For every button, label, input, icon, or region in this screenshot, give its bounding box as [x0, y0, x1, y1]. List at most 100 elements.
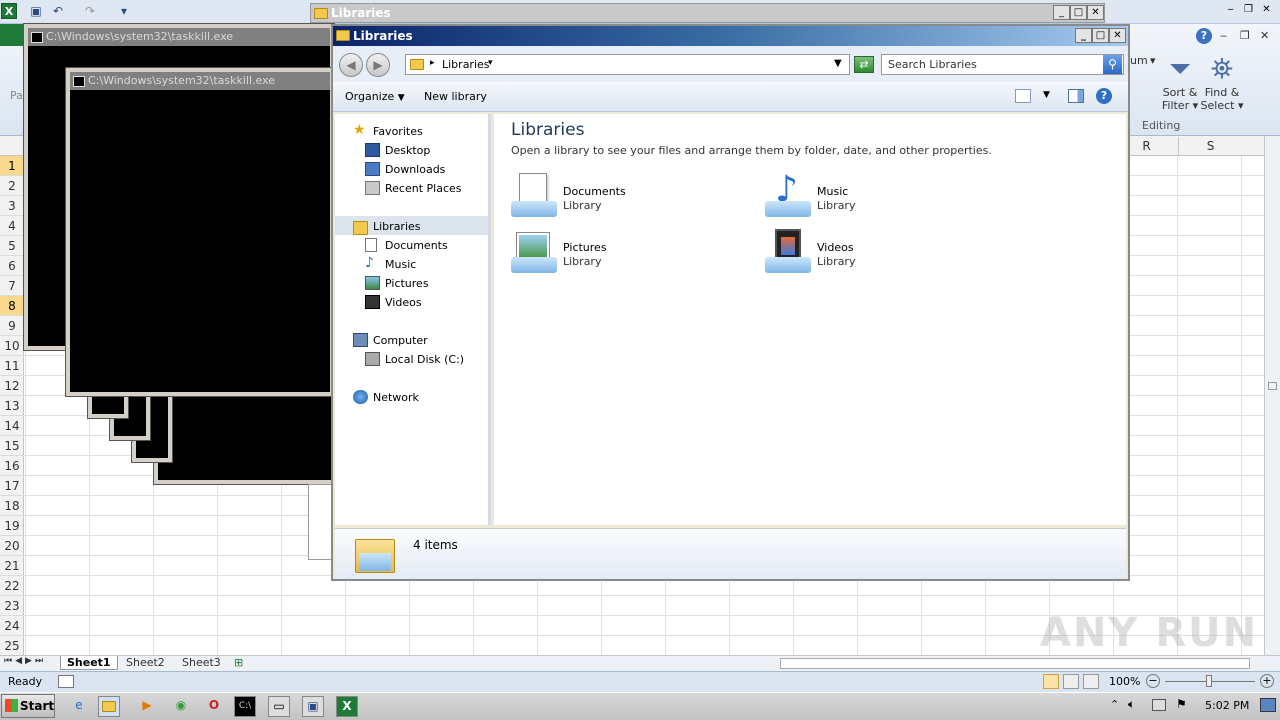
excel-close-button[interactable]: ✕: [1258, 3, 1275, 18]
nav-pictures[interactable]: Pictures: [365, 274, 429, 293]
bg-minimize-button[interactable]: _: [1053, 5, 1070, 20]
row-header[interactable]: 20: [0, 536, 24, 556]
network-tray-icon[interactable]: [1152, 699, 1166, 711]
search-input[interactable]: Search Libraries: [881, 54, 1124, 75]
zoom-out-icon[interactable]: −: [1146, 674, 1160, 688]
row-header[interactable]: 14: [0, 416, 24, 436]
bg-close-button[interactable]: ✕: [1087, 5, 1104, 20]
ribbon-restore-icon[interactable]: ❐: [1240, 29, 1250, 42]
zoom-level[interactable]: 100%: [1109, 675, 1140, 688]
row-header[interactable]: 24: [0, 616, 24, 636]
clock[interactable]: 5:02 PM: [1205, 699, 1249, 712]
row-header[interactable]: 3: [0, 196, 24, 216]
address-history-dropdown-icon[interactable]: ▼: [834, 58, 842, 69]
nav-desktop[interactable]: Desktop: [365, 141, 430, 160]
row-header[interactable]: 17: [0, 476, 24, 496]
help-icon[interactable]: ?: [1196, 28, 1212, 44]
preview-pane-icon[interactable]: [1068, 89, 1084, 103]
window-taskbar-icon[interactable]: ▭: [268, 696, 290, 717]
zoom-slider-thumb[interactable]: [1206, 675, 1212, 687]
row-header[interactable]: 6: [0, 256, 24, 276]
breadcrumb-libraries[interactable]: Libraries: [442, 58, 490, 71]
ie-taskbar-icon[interactable]: e: [68, 696, 90, 717]
start-button[interactable]: Start: [1, 694, 55, 718]
normal-view-icon[interactable]: [1043, 674, 1059, 689]
explorer-taskbar-icon[interactable]: [98, 696, 120, 717]
library-videos[interactable]: Videos Library: [765, 227, 1005, 279]
horizontal-scrollbar[interactable]: [780, 658, 1250, 669]
nav-music[interactable]: ♪ Music: [365, 255, 416, 274]
cmd-window-front[interactable]: C:\Windows\system32\taskkill.exe: [66, 68, 334, 396]
maximize-button[interactable]: □: [1092, 28, 1109, 43]
nav-local-disk[interactable]: Local Disk (C:): [365, 350, 464, 369]
row-header[interactable]: 12: [0, 376, 24, 396]
show-desktop-icon[interactable]: [1260, 698, 1276, 712]
row-header[interactable]: 23: [0, 596, 24, 616]
row-header[interactable]: 4: [0, 216, 24, 236]
row-header[interactable]: 9: [0, 316, 24, 336]
help-icon[interactable]: ?: [1096, 88, 1112, 104]
search-icon[interactable]: ⚲: [1103, 55, 1122, 74]
background-libraries-window[interactable]: Libraries _ □ ✕: [310, 3, 1105, 23]
page-layout-icon[interactable]: [1063, 674, 1079, 689]
qat-customize-icon[interactable]: ▾: [116, 3, 132, 19]
row-header[interactable]: 11: [0, 356, 24, 376]
breadcrumb-dropdown-icon[interactable]: ▾: [488, 58, 493, 68]
zoom-in-icon[interactable]: +: [1260, 674, 1274, 688]
row-header[interactable]: 13: [0, 396, 24, 416]
organize-button[interactable]: Organize ▼: [345, 90, 405, 103]
row-header[interactable]: 19: [0, 516, 24, 536]
row-header[interactable]: 2: [0, 176, 24, 196]
nav-libraries[interactable]: Libraries: [353, 217, 421, 236]
explorer-window[interactable]: Libraries _ □ ✕ ◀ ▶ ▸ Libraries ▾ ▼ ⇄ Se…: [331, 24, 1130, 581]
find-select-button[interactable]: ⛯ Find & Select ▾: [1197, 52, 1247, 114]
row-header[interactable]: 7: [0, 276, 24, 296]
row-header[interactable]: 16: [0, 456, 24, 476]
nav-downloads[interactable]: Downloads: [365, 160, 445, 179]
excel-restore-button[interactable]: ❐: [1240, 3, 1257, 18]
nav-recent-places[interactable]: Recent Places: [365, 179, 462, 198]
nav-videos[interactable]: Videos: [365, 293, 422, 312]
library-music[interactable]: ♪ Music Library: [765, 169, 1005, 223]
nav-favorites[interactable]: ★ Favorites: [353, 122, 423, 141]
ribbon-minimize-icon[interactable]: ‒: [1220, 29, 1227, 42]
sheet-tab-2[interactable]: Sheet2: [120, 656, 171, 670]
excel-minimize-button[interactable]: ‒: [1222, 3, 1239, 18]
row-header[interactable]: 18: [0, 496, 24, 516]
undo-icon[interactable]: ↶: [50, 3, 66, 19]
forward-button[interactable]: ▶: [366, 53, 390, 77]
ribbon-close-icon[interactable]: ✕: [1260, 29, 1269, 42]
save-taskbar-icon[interactable]: ▣: [302, 696, 324, 717]
media-player-taskbar-icon[interactable]: ▶: [136, 696, 158, 717]
sheet-nav-arrows[interactable]: ⏮◀▶⏭: [4, 656, 46, 666]
view-dropdown-icon[interactable]: ▼: [1043, 90, 1050, 100]
library-pictures[interactable]: Pictures Library: [511, 227, 751, 279]
change-view-icon[interactable]: [1015, 89, 1031, 103]
volume-icon[interactable]: 🔈︎: [1128, 697, 1135, 712]
row-header[interactable]: 10: [0, 336, 24, 356]
opera-taskbar-icon[interactable]: O: [203, 696, 225, 717]
macro-record-icon[interactable]: [58, 675, 74, 688]
row-header[interactable]: 5: [0, 236, 24, 256]
nav-network[interactable]: Network: [353, 388, 419, 407]
library-documents[interactable]: Documents Library: [511, 171, 751, 223]
new-library-button[interactable]: New library: [424, 90, 487, 103]
row-header[interactable]: 8: [0, 296, 24, 316]
refresh-icon[interactable]: ⇄: [854, 56, 874, 73]
explorer-title-bar[interactable]: Libraries _ □ ✕: [333, 26, 1128, 46]
action-center-flag-icon[interactable]: ⚑: [1176, 697, 1187, 711]
excel-file-tab[interactable]: [0, 24, 24, 46]
nav-documents[interactable]: Documents: [365, 236, 448, 255]
bg-maximize-button[interactable]: □: [1070, 5, 1087, 20]
sheet-tab-1[interactable]: Sheet1: [60, 656, 118, 670]
row-header[interactable]: 25: [0, 636, 24, 656]
nav-computer[interactable]: Computer: [353, 331, 428, 350]
redo-icon[interactable]: ↷: [82, 3, 98, 19]
column-header-s[interactable]: S: [1178, 137, 1242, 156]
close-button[interactable]: ✕: [1109, 28, 1126, 43]
scroll-grip[interactable]: [1268, 382, 1277, 390]
row-header[interactable]: 21: [0, 556, 24, 576]
insert-sheet-icon[interactable]: ⊞: [234, 656, 243, 669]
cmd-taskbar-icon[interactable]: C:\: [234, 696, 256, 717]
save-icon[interactable]: ▣: [28, 3, 44, 19]
